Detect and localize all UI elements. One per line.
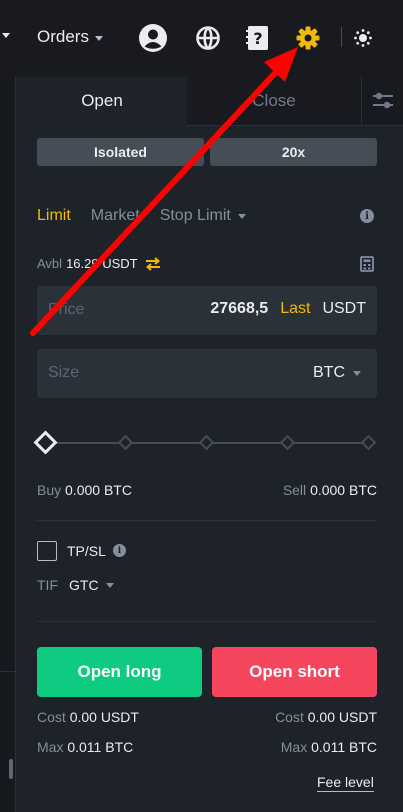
toolbar-divider <box>341 27 342 47</box>
divider <box>37 621 377 622</box>
avbl-value: 16.29 USDT <box>66 256 138 271</box>
cost-long-value: 0.00 USDT <box>69 709 139 725</box>
size-unit: BTC <box>313 364 345 381</box>
tpsl-label: TP/SL <box>67 543 106 559</box>
cost-short: Cost 0.00 USDT <box>275 709 377 725</box>
tab-close-label: Close <box>252 91 296 110</box>
max-short-label: Max <box>280 739 308 755</box>
price-value[interactable]: 27668,5 <box>210 300 268 318</box>
price-unit: USDT <box>322 300 366 317</box>
leverage-label: 20x <box>281 144 306 160</box>
fee-level-link[interactable]: Fee level <box>317 774 374 792</box>
last-price-button[interactable]: Last <box>280 300 310 318</box>
avbl-label: Avbl <box>37 256 63 271</box>
chevron-down-icon <box>237 213 246 219</box>
buy-label: Buy <box>37 482 62 498</box>
tpsl-checkbox[interactable] <box>37 541 57 561</box>
cost-long: Cost 0.00 USDT <box>37 709 139 725</box>
tab-close[interactable]: Close <box>187 77 361 125</box>
max-long-value: 0.011 BTC <box>67 739 134 755</box>
chevron-down-icon[interactable] <box>2 33 10 38</box>
cost-short-value: 0.00 USDT <box>307 709 377 725</box>
tab-open[interactable]: Open <box>17 77 187 125</box>
orders-menu[interactable]: Orders <box>37 27 103 47</box>
max-short: Max 0.011 BTC <box>281 739 377 755</box>
chevron-down-icon <box>353 370 361 376</box>
gear-icon[interactable] <box>292 22 324 54</box>
open-long-label: Open long <box>77 662 162 681</box>
tab-divider <box>187 125 403 126</box>
margin-mode-label: Isolated <box>94 144 147 160</box>
tif-select[interactable]: TIF GTC <box>37 577 114 593</box>
order-type-stop-limit-label: Stop Limit <box>159 207 231 224</box>
chevron-down-icon <box>105 582 114 588</box>
size-slider[interactable] <box>33 430 377 455</box>
buy-amount: Buy 0.000 BTC <box>37 482 132 498</box>
max-long-label: Max <box>37 739 64 755</box>
transfer-icon[interactable] <box>145 256 161 271</box>
order-type-market[interactable]: Market <box>91 207 140 225</box>
price-input[interactable]: Price 27668,5 Last USDT <box>37 286 377 335</box>
open-long-button[interactable]: Open long <box>37 647 202 697</box>
svg-text:?: ? <box>253 29 262 48</box>
price-placeholder: Price <box>48 301 85 318</box>
user-icon[interactable] <box>137 22 169 54</box>
slider-tick-100[interactable] <box>360 434 377 451</box>
buy-value: 0.000 BTC <box>65 482 132 498</box>
order-type-limit[interactable]: Limit <box>37 207 71 225</box>
orders-label: Orders <box>37 27 89 46</box>
divider <box>0 671 16 672</box>
leverage-button[interactable]: 20x <box>210 138 377 166</box>
calculator-icon[interactable] <box>360 256 374 272</box>
slider-handle[interactable] <box>33 430 58 455</box>
top-bar: Orders ? <box>0 0 403 77</box>
size-unit-select[interactable]: BTC <box>313 364 361 382</box>
tif-label: TIF <box>37 577 58 593</box>
left-panel-edge <box>0 77 16 812</box>
sell-amount: Sell 0.000 BTC <box>283 482 377 498</box>
max-short-value: 0.011 BTC <box>311 739 377 755</box>
sliders-icon <box>372 92 393 109</box>
sell-label: Sell <box>282 482 307 498</box>
slider-tick-25[interactable] <box>117 434 134 451</box>
resize-handle[interactable] <box>9 759 13 779</box>
tif-value: GTC <box>69 577 99 593</box>
info-icon[interactable]: i <box>113 544 126 557</box>
max-long: Max 0.011 BTC <box>37 739 133 755</box>
info-icon[interactable]: i <box>360 209 374 223</box>
open-short-button[interactable]: Open short <box>212 647 377 697</box>
order-type-tabs: Limit Market Stop Limit <box>37 207 246 225</box>
help-icon[interactable]: ? <box>242 22 274 54</box>
preferences-button[interactable] <box>361 77 403 125</box>
globe-icon[interactable] <box>192 22 224 54</box>
cost-short-label: Cost <box>275 709 304 725</box>
price-value-group: 27668,5 Last USDT <box>210 300 366 318</box>
margin-mode-button[interactable]: Isolated <box>37 138 204 166</box>
available-balance: Avbl 16.29 USDT <box>37 256 161 271</box>
tab-open-label: Open <box>81 91 123 110</box>
open-short-label: Open short <box>249 662 340 681</box>
cost-long-label: Cost <box>37 709 66 725</box>
slider-tick-50[interactable] <box>198 434 215 451</box>
divider <box>37 520 377 521</box>
size-placeholder: Size <box>48 364 80 381</box>
chevron-down-icon <box>94 35 103 41</box>
order-type-stop-limit[interactable]: Stop Limit <box>160 207 246 225</box>
slider-tick-75[interactable] <box>279 434 296 451</box>
size-input[interactable]: Size BTC <box>37 349 377 398</box>
position-tabs: Open Close <box>17 77 403 125</box>
theme-icon[interactable] <box>347 22 379 54</box>
sell-value: 0.000 BTC <box>310 482 377 498</box>
order-panel: Open Close Isolated 20x Limit Market Sto… <box>17 77 403 812</box>
